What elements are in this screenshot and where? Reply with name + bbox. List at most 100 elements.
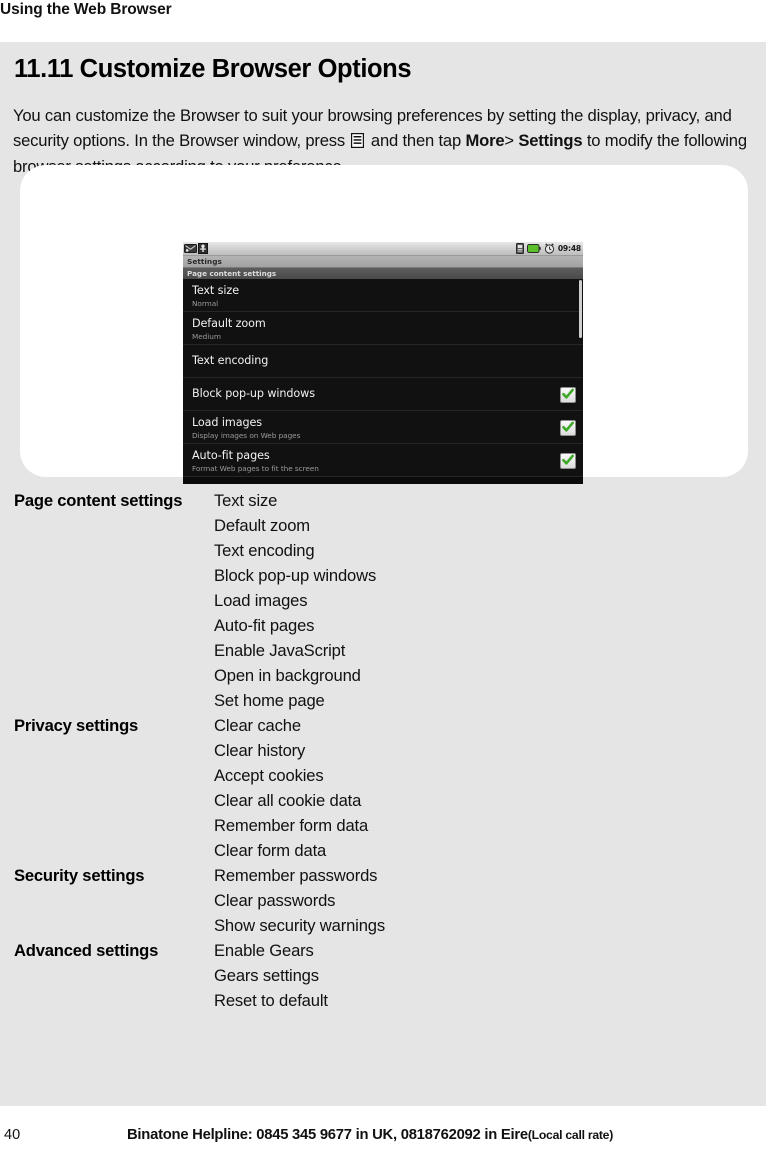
settings-item: Open in background [214, 666, 361, 685]
settings-row: Show security warnings [0, 913, 766, 938]
device-item-title: Default zoom [192, 317, 266, 330]
settings-row: Set home page [0, 688, 766, 713]
settings-item: Reset to default [214, 991, 328, 1010]
settings-item: Block pop-up windows [214, 566, 377, 585]
settings-row: Privacy settings Clear cache [0, 713, 766, 738]
settings-row: Clear form data [0, 838, 766, 863]
settings-group: Security settings Remember passwords Cle… [0, 863, 766, 938]
settings-row: Remember form data [0, 813, 766, 838]
settings-item: Accept cookies [214, 766, 324, 785]
settings-item: Remember form data [214, 816, 369, 835]
device-settings-list: Text size Normal Default zoom Medium Tex… [183, 279, 583, 477]
content-block: 11.11 Customize Browser Options You can … [0, 42, 766, 1106]
settings-group-label: Advanced settings [14, 941, 159, 960]
device-title-text: Settings [187, 257, 222, 266]
device-title-bar: Settings [183, 256, 583, 268]
page-number: 40 [4, 1127, 21, 1143]
settings-row: Default zoom [0, 513, 766, 538]
status-bar-clock: 09:48 [557, 244, 581, 253]
settings-group-label: Page content settings [14, 491, 183, 510]
settings-row: Clear passwords [0, 888, 766, 913]
intro-text-part-2: and then tap [370, 131, 462, 151]
helpline-main: Binatone Helpline: 0845 345 9677 in UK, … [127, 1127, 528, 1143]
settings-reference-table: Page content settings Text size Default … [0, 488, 766, 1013]
settings-row: Reset to default [0, 988, 766, 1013]
settings-item: Default zoom [214, 516, 310, 535]
settings-item: Clear form data [214, 841, 327, 860]
device-list-item[interactable]: Auto-fit pages Format Web pages to fit t… [183, 444, 583, 477]
settings-group: Privacy settings Clear cache Clear histo… [0, 713, 766, 863]
settings-item: Enable JavaScript [214, 641, 346, 660]
device-checkbox-checked[interactable] [560, 387, 576, 403]
device-item-title: Text size [192, 284, 239, 297]
running-head-text: Using the Web Browser [0, 1, 172, 18]
intro-more-label: More [465, 131, 505, 151]
device-item-subtitle: Medium [192, 332, 221, 341]
settings-group-label: Security settings [14, 866, 145, 885]
settings-item: Set home page [214, 691, 325, 710]
helpline-rate: (Local call rate) [527, 1128, 614, 1142]
usb-debugging-icon [198, 243, 208, 254]
settings-item: Remember passwords [214, 866, 378, 885]
page-footer: 40 Binatone Helpline: 0845 345 9677 in U… [0, 1106, 766, 1152]
device-list-item[interactable]: Default zoom Medium [183, 312, 583, 345]
device-scrollbar[interactable] [579, 280, 582, 338]
status-bar-left-icons [184, 242, 208, 255]
helpline-text: Binatone Helpline: 0845 345 9677 in UK, … [127, 1126, 613, 1145]
device-screenshot: 09:48 Settings Page content settings Tex… [183, 242, 583, 484]
device-item-subtitle: Normal [192, 299, 219, 308]
device-list-item[interactable]: Load images Display images on Web pages [183, 411, 583, 444]
device-item-subtitle: Display images on Web pages [192, 431, 301, 440]
settings-item: Text encoding [214, 541, 315, 560]
settings-row: Text encoding [0, 538, 766, 563]
settings-group: Page content settings Text size Default … [0, 488, 766, 713]
intro-settings-label: Settings [518, 131, 583, 151]
device-status-bar: 09:48 [183, 242, 583, 256]
device-list-item[interactable]: Text encoding [183, 345, 583, 378]
device-item-title: Auto-fit pages [192, 449, 270, 462]
settings-row: Block pop-up windows [0, 563, 766, 588]
sim-card-icon [515, 243, 524, 254]
mms-message-icon [184, 243, 197, 254]
device-item-subtitle: Format Web pages to fit the screen [192, 464, 319, 473]
figure-panel: 09:48 Settings Page content settings Tex… [20, 165, 748, 484]
battery-icon [526, 243, 541, 254]
settings-row: Load images [0, 588, 766, 613]
settings-item: Load images [214, 591, 308, 610]
settings-row: Clear all cookie data [0, 788, 766, 813]
device-list-item[interactable]: Text size Normal [183, 279, 583, 312]
settings-item: Text size [214, 491, 278, 510]
menu-icon [351, 133, 365, 149]
settings-item: Clear passwords [214, 891, 336, 910]
settings-row: Enable JavaScript [0, 638, 766, 663]
settings-row: Clear history [0, 738, 766, 763]
device-checkbox-checked[interactable] [560, 420, 576, 436]
page-title: 11.11 Customize Browser Options [14, 55, 412, 83]
settings-item: Clear history [214, 741, 306, 760]
device-item-title: Load images [192, 416, 262, 429]
device-category-text: Page content settings [187, 269, 277, 278]
device-list-item[interactable]: Block pop-up windows [183, 378, 583, 411]
settings-item: Auto-fit pages [214, 616, 315, 635]
status-bar-right-icons: 09:48 [515, 242, 581, 255]
settings-item: Show security warnings [214, 916, 386, 935]
settings-group-label: Privacy settings [14, 716, 139, 735]
alarm-clock-icon [544, 243, 555, 254]
device-item-title: Block pop-up windows [192, 387, 315, 400]
settings-item: Clear all cookie data [214, 791, 362, 810]
device-item-title: Text encoding [192, 354, 269, 367]
settings-row: Advanced settings Enable Gears [0, 938, 766, 963]
settings-row: Open in background [0, 663, 766, 688]
settings-item: Gears settings [214, 966, 319, 985]
settings-group: Advanced settings Enable Gears Gears set… [0, 938, 766, 1013]
settings-row: Auto-fit pages [0, 613, 766, 638]
settings-item: Enable Gears [214, 941, 314, 960]
device-checkbox-checked[interactable] [560, 453, 576, 469]
settings-row: Accept cookies [0, 763, 766, 788]
settings-row: Security settings Remember passwords [0, 863, 766, 888]
intro-gt: > [504, 131, 514, 151]
settings-item: Clear cache [214, 716, 301, 735]
settings-row: Page content settings Text size [0, 488, 766, 513]
page-running-header: Using the Web Browser [0, 0, 766, 42]
settings-row: Gears settings [0, 963, 766, 988]
